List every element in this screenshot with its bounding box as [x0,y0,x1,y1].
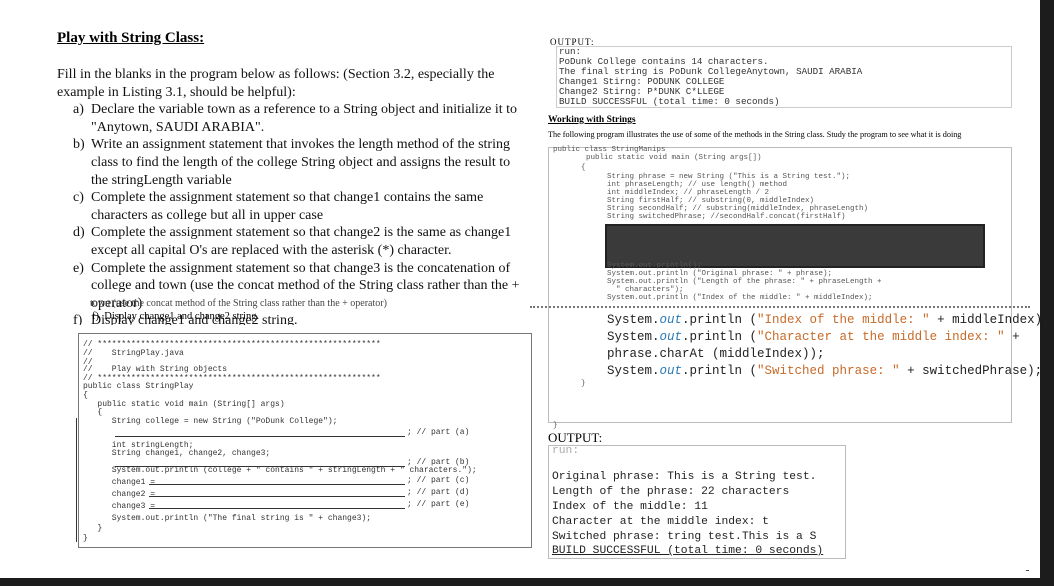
zoom-code-line: phrase.charAt (middleIndex)); [607,347,825,361]
task-list: a) Declare the variable town as a referen… [57,101,527,325]
code-line: } [83,524,103,533]
answer-blank [149,496,405,497]
answer-blank [115,466,405,467]
dotted-separator [530,306,1030,308]
output-line: Original phrase: This is a String test. [552,471,817,483]
code-line: System.out.println (college + " contains… [83,466,477,475]
code-token: .println ( [682,364,758,378]
code-token: out [659,313,683,327]
output-line: BUILD SUCCESSFUL (total time: 0 seconds) [552,545,824,557]
task-f-small: f) Display change1 and change2 string. [92,311,260,322]
print-line: System.out.println ("Original phrase: " … [607,270,833,278]
output-line: Length of the phrase: 22 characters [552,486,790,498]
blank-suffix: ; // part (e) [407,500,470,509]
zoom-code-line: System.out.println ("Switched phrase: " … [607,364,1042,378]
code-token: System. [607,330,660,344]
blank-suffix: ; // part (d) [407,488,470,497]
output-line: Index of the middle: 11 [552,501,708,513]
code-token: + switchedPhrase); [899,364,1043,378]
code-line: String change1, change2, change3; [83,449,271,458]
code-line: String switchedPhrase; //secondHalf.conc… [607,213,846,221]
code-line: change3 = [83,502,156,511]
blank-suffix: ; // part (a) [407,428,470,437]
code-line: int middleIndex; // phraseLength / 2 [607,189,770,197]
blank-suffix: ; // part (c) [407,476,470,485]
code-token: phrase.charAt (middleIndex)); [607,347,825,361]
print-line: System.out.println ("Length of the phras… [607,278,882,286]
code-token: "Index of the middle: " [757,313,930,327]
code-token: + middleIndex); [929,313,1050,327]
code-line: int phraseLength; // use length() method [607,181,788,189]
code-line: String secondHalf; // substring(middleIn… [607,205,869,213]
print-line: System.out.println(); [607,262,702,270]
page-title: Play with String Class: [57,30,205,46]
code-line: // Play with String objects [83,365,228,374]
close-brace: } [581,380,586,388]
intro-text: Fill in the blanks in the program below … [57,67,495,100]
code-line: // StringPlay.java [83,349,184,358]
code-token: System. [607,364,660,378]
close-brace: } [553,422,558,430]
blank-suffix: ; // part (b) [407,458,470,467]
code-line: { [83,408,103,417]
print-line: System.out.println ("Index of the middle… [607,294,873,302]
main-header: public static void main (String args[]) [577,154,762,162]
output2-box: run: Original phrase: This is a String te… [548,445,846,559]
output-line: run: [552,445,580,457]
code-line: // *************************************… [83,340,381,349]
output2-label: OUTPUT: [548,430,603,445]
open-brace: { [581,164,586,172]
code-line: String college = new String ("PoDunk Col… [83,417,338,426]
answer-blank [115,436,405,437]
zoom-code-line: System.out.println ("Index of the middle… [607,313,1050,327]
code-line: String firstHalf; // substring(0, middle… [607,197,815,205]
class-header: public class StringManips [553,146,666,154]
print-line: " characters"); [607,286,684,294]
output-line: BUILD SUCCESSFUL (total time: 0 seconds) [559,96,780,107]
code-token: .println ( [682,330,758,344]
code-line: } [83,534,88,543]
section-description: The following program illustrates the us… [548,130,962,139]
answer-blank [149,484,405,485]
zoom-code-line: System.out.println ("Character at the mi… [607,330,1020,344]
code-token: .println ( [682,313,758,327]
program-box: // *************************************… [78,333,532,548]
code-token: + [1004,330,1020,344]
code-token: System. [607,313,660,327]
code-listing: public class StringManips public static … [548,146,1050,430]
document-page: Play with String Class: Fill in the blan… [0,0,1050,578]
code-line: { [83,391,88,400]
instructions: Fill in the blanks in the program below … [57,66,527,325]
output-line: Switched phrase: tring test.This is a S [552,531,817,543]
code-line: String phrase = new String ("This is a S… [607,173,851,181]
task-item-a: a) Declare the variable town as a referen… [73,102,518,135]
output-line: Character at the middle index: t [552,516,769,528]
code-line: public class StringPlay [83,382,194,391]
code-token: "Switched phrase: " [757,364,900,378]
code-line: System.out.println ("The final string is… [83,514,372,523]
task-item-d: d) Complete the assignment statement so t… [73,225,512,258]
section-title: Working with Strings [548,115,636,125]
code-token: out [659,364,683,378]
task-item-b: b) Write an assignment statement that inv… [73,137,511,188]
output-box: run: PoDunk College contains 14 character… [556,46,1012,108]
task-item-c: c) Complete the assignment statement so t… [73,190,484,223]
code-line: change1 = [83,478,156,487]
code-token: out [659,330,683,344]
code-line: public static void main (String[] args) [83,400,285,409]
overlapping-text: town (use the concat method of the Strin… [90,298,387,309]
code-token: "Character at the middle index: " [757,330,1005,344]
code-line: change2 = [83,490,156,499]
answer-blank [149,508,405,509]
corner-mark: ـ [1026,563,1029,574]
